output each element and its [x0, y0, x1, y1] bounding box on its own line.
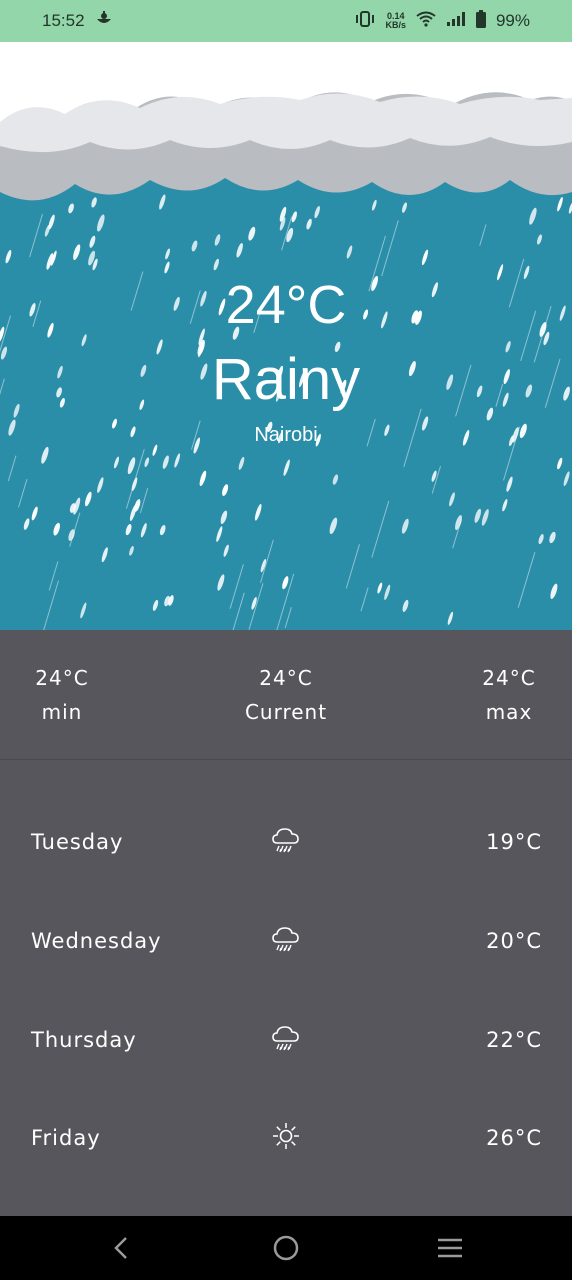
net-speed: 0.14 KB/s: [385, 12, 406, 30]
forecast-temp: 20°C: [486, 929, 542, 953]
vibrate-icon: [355, 10, 375, 32]
battery-percent: 99%: [495, 11, 530, 30]
menu-icon[interactable]: [434, 1232, 466, 1264]
forecast-row: Wednesday 20°C: [0, 911, 572, 971]
current-temp-value: 24°C: [259, 666, 313, 690]
current-temp-label: Current: [244, 700, 328, 724]
min-temp-value: 24°C: [35, 666, 89, 690]
city-name: Nairobi: [254, 424, 318, 446]
status-bar: 15:52 0.14 KB/s 99%: [0, 0, 572, 42]
net-speed-unit: KB/s: [385, 20, 406, 30]
max-temp-block: 24°C max: [461, 666, 557, 724]
rain-cloud-icon: [270, 824, 302, 856]
temperature-summary: 24°C min 24°C Current 24°C max: [0, 630, 572, 760]
forecast-row: Thursday 22°C: [0, 1010, 572, 1070]
max-temp-value: 24°C: [482, 666, 536, 690]
forecast-day: Friday: [31, 1126, 101, 1150]
forecast-day: Thursday: [31, 1028, 137, 1052]
weather-hero: 24°C Rainy Nairobi: [0, 42, 572, 630]
forecast-day: Wednesday: [31, 929, 162, 953]
signal-icon: [446, 11, 466, 32]
forecast-temp: 26°C: [486, 1126, 542, 1150]
forecast-temp: 19°C: [486, 830, 542, 854]
max-temp-label: max: [485, 700, 533, 724]
current-temp-block: 24°C Current: [226, 666, 346, 724]
battery-icon: [475, 9, 486, 33]
min-temp-label: min: [41, 700, 83, 724]
hero-text: 24°C Rainy Nairobi: [0, 42, 572, 630]
cloud-app-icon: [95, 10, 113, 32]
rain-cloud-icon: [270, 1022, 302, 1054]
rain-cloud-icon: [270, 923, 302, 955]
navigation-bar: [0, 1216, 572, 1280]
forecast-temp: 22°C: [486, 1028, 542, 1052]
current-temperature: 24°C: [225, 275, 347, 335]
forecast-row: Friday 26°C: [0, 1108, 572, 1168]
forecast-list: Tuesday 19°C Wednesday 20°C Thursday 22°…: [0, 760, 572, 1216]
sun-icon: [270, 1120, 302, 1152]
home-icon[interactable]: [270, 1232, 302, 1264]
weather-condition: Rainy: [211, 347, 361, 412]
forecast-row: Tuesday 19°C: [0, 812, 572, 872]
min-temp-block: 24°C min: [14, 666, 110, 724]
back-icon[interactable]: [106, 1232, 138, 1264]
status-time: 15:52: [42, 11, 85, 30]
forecast-day: Tuesday: [31, 830, 124, 854]
wifi-icon: [416, 11, 436, 32]
